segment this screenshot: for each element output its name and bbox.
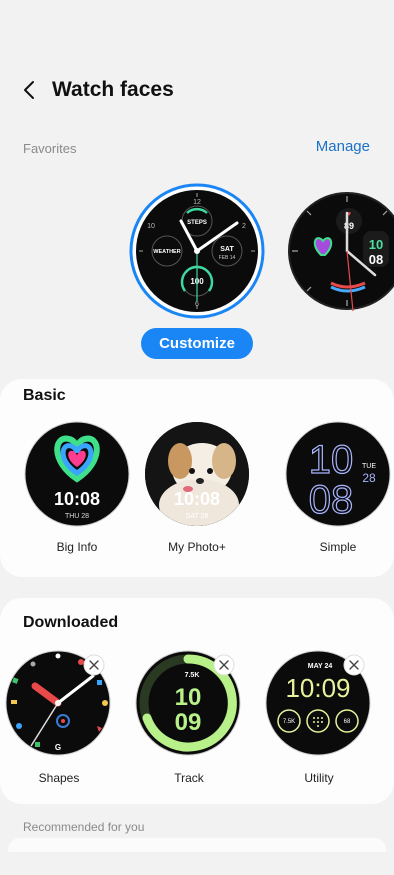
utility-bpm-text: 68 — [344, 719, 351, 725]
downloaded-face-label: Utility — [304, 771, 334, 785]
shapes-brand-text: G — [55, 743, 61, 752]
basic-section: Basic 10:08 THU 28 Big Info 10:08 SAT 28… — [0, 379, 394, 577]
big-info-date: THU 28 — [65, 513, 89, 520]
svg-text:2: 2 — [242, 223, 246, 230]
track-hour: 10 — [175, 684, 202, 711]
my-photo-time: 10:08 — [174, 489, 220, 509]
downloaded-section-title: Downloaded — [23, 614, 119, 631]
simple-date: 28 — [362, 471, 376, 485]
svg-text:10: 10 — [147, 223, 155, 230]
fav-steps-text: STEPS — [187, 220, 207, 226]
simple-hour: 10 — [309, 438, 354, 482]
simple-min: 08 — [309, 478, 354, 522]
svg-text:6: 6 — [195, 301, 199, 308]
svg-text:12: 12 — [193, 199, 201, 206]
basic-face-simple[interactable]: 10 08 TUE 28 Simple — [284, 421, 392, 554]
basic-face-label: Big Info — [56, 540, 98, 554]
basic-face-big-info[interactable]: 10:08 THU 28 Big Info — [23, 421, 131, 554]
favorites-label: Favorites — [23, 141, 77, 156]
basic-section-title: Basic — [23, 387, 66, 404]
basic-face-label: My Photo+ — [168, 540, 226, 554]
basic-face-label: Simple — [319, 540, 357, 554]
customize-button[interactable]: Customize — [141, 328, 253, 359]
utility-date-text: MAY 24 — [308, 663, 333, 670]
recommended-section[interactable] — [8, 838, 386, 852]
fav-weather-text: WEATHER — [153, 249, 180, 255]
my-photo-date: SAT 28 — [186, 513, 209, 520]
big-info-time: 10:08 — [54, 489, 100, 509]
recommended-label: Recommended for you — [23, 820, 145, 834]
basic-face-my-photo[interactable]: 10:08 SAT 28 My Photo+ — [143, 421, 251, 554]
simple-day: TUE — [362, 463, 376, 470]
downloaded-face-shapes[interactable]: G Shapes — [5, 650, 113, 785]
fav2-temp-text: 89 — [344, 221, 354, 231]
downloaded-face-track[interactable]: 7.5K 10 09 Track — [135, 650, 243, 785]
favorite-face-2[interactable]: ♥ 89 10 08 — [287, 191, 394, 316]
utility-time-text: 10:09 — [285, 673, 350, 703]
back-button[interactable] — [22, 76, 42, 104]
downloaded-face-label: Track — [174, 771, 204, 785]
header: Watch faces — [22, 76, 174, 104]
track-min: 09 — [175, 709, 202, 736]
chevron-left-icon — [24, 81, 34, 99]
downloaded-face-utility[interactable]: MAY 24 10:09 7.5K 68 Utility — [265, 650, 373, 785]
favorite-face-selected[interactable]: 12 10 2 6 STEPS WEATHER SAT FEB 14 100 — [129, 183, 265, 324]
fav2-hour-text: 10 — [369, 237, 383, 252]
fav-day-text: SAT — [220, 246, 234, 253]
track-steps-text: 7.5K — [185, 672, 200, 679]
downloaded-section: Downloaded G Shapes 7.5K 10 09 Track MAY… — [0, 598, 394, 804]
fav2-min-text: 08 — [369, 252, 383, 267]
fav-date-text: FEB 14 — [219, 255, 236, 261]
manage-button[interactable]: Manage — [316, 138, 370, 155]
utility-steps-text: 7.5K — [283, 719, 295, 725]
downloaded-face-label: Shapes — [38, 771, 80, 785]
page-title: Watch faces — [52, 78, 174, 101]
